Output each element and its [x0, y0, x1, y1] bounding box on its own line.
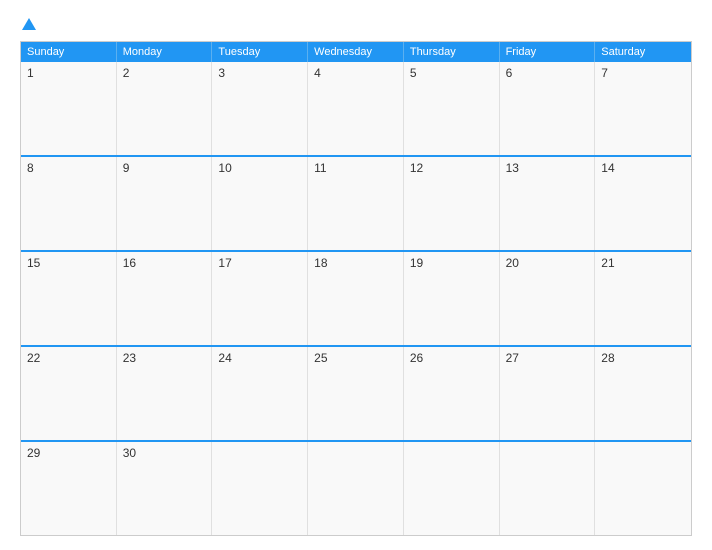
- day-number: 14: [601, 161, 614, 175]
- day-number: 19: [410, 256, 423, 270]
- day-cell: 21: [595, 252, 691, 345]
- day-number: 22: [27, 351, 40, 365]
- day-header-saturday: Saturday: [595, 42, 691, 62]
- day-number: 23: [123, 351, 136, 365]
- day-cell: 25: [308, 347, 404, 440]
- day-number: 6: [506, 66, 513, 80]
- day-number: 13: [506, 161, 519, 175]
- week-row-4: 22 23 24 25 26 27 28: [21, 345, 691, 440]
- logo-blue-text: [20, 18, 36, 31]
- day-number: 24: [218, 351, 231, 365]
- day-cell: 22: [21, 347, 117, 440]
- day-cell: 2: [117, 62, 213, 155]
- day-cell: 30: [117, 442, 213, 535]
- day-number: 9: [123, 161, 130, 175]
- day-cell: 4: [308, 62, 404, 155]
- day-number: 28: [601, 351, 614, 365]
- day-number: 26: [410, 351, 423, 365]
- day-number: 27: [506, 351, 519, 365]
- day-cell: 11: [308, 157, 404, 250]
- day-cell: 5: [404, 62, 500, 155]
- day-cell: 18: [308, 252, 404, 345]
- day-number: 20: [506, 256, 519, 270]
- day-cell: 29: [21, 442, 117, 535]
- day-headers-row: SundayMondayTuesdayWednesdayThursdayFrid…: [21, 42, 691, 62]
- day-cell: 20: [500, 252, 596, 345]
- day-number: 7: [601, 66, 608, 80]
- day-number: 3: [218, 66, 225, 80]
- day-cell: 9: [117, 157, 213, 250]
- day-number: 4: [314, 66, 321, 80]
- weeks-container: 1234567891011121314151617181920212223242…: [21, 62, 691, 535]
- day-header-tuesday: Tuesday: [212, 42, 308, 62]
- day-header-monday: Monday: [117, 42, 213, 62]
- day-number: 12: [410, 161, 423, 175]
- day-cell: [308, 442, 404, 535]
- day-header-friday: Friday: [500, 42, 596, 62]
- day-number: 2: [123, 66, 130, 80]
- day-cell: [212, 442, 308, 535]
- day-number: 18: [314, 256, 327, 270]
- calendar: SundayMondayTuesdayWednesdayThursdayFrid…: [20, 41, 692, 536]
- day-header-sunday: Sunday: [21, 42, 117, 62]
- day-cell: 15: [21, 252, 117, 345]
- day-header-thursday: Thursday: [404, 42, 500, 62]
- day-cell: [595, 442, 691, 535]
- day-number: 15: [27, 256, 40, 270]
- day-cell: 6: [500, 62, 596, 155]
- day-cell: 3: [212, 62, 308, 155]
- logo: [20, 18, 36, 31]
- day-cell: 19: [404, 252, 500, 345]
- day-cell: 8: [21, 157, 117, 250]
- day-cell: [404, 442, 500, 535]
- day-number: 29: [27, 446, 40, 460]
- day-cell: 16: [117, 252, 213, 345]
- day-cell: 7: [595, 62, 691, 155]
- week-row-2: 8 9 10 11 12 13 14: [21, 155, 691, 250]
- day-number: 21: [601, 256, 614, 270]
- header: [20, 18, 692, 31]
- day-number: 1: [27, 66, 34, 80]
- week-row-1: 1 2 3 4 5 6 7: [21, 62, 691, 155]
- day-cell: 24: [212, 347, 308, 440]
- day-cell: 23: [117, 347, 213, 440]
- day-cell: 27: [500, 347, 596, 440]
- day-cell: 28: [595, 347, 691, 440]
- day-number: 8: [27, 161, 34, 175]
- day-number: 11: [314, 161, 326, 175]
- week-row-5: 29 30: [21, 440, 691, 535]
- day-cell: [500, 442, 596, 535]
- day-number: 25: [314, 351, 327, 365]
- day-header-wednesday: Wednesday: [308, 42, 404, 62]
- week-row-3: 15 16 17 18 19 20 21: [21, 250, 691, 345]
- day-number: 30: [123, 446, 136, 460]
- day-number: 10: [218, 161, 231, 175]
- day-number: 17: [218, 256, 231, 270]
- day-cell: 10: [212, 157, 308, 250]
- page: SundayMondayTuesdayWednesdayThursdayFrid…: [0, 0, 712, 550]
- logo-triangle-icon: [22, 18, 36, 30]
- day-cell: 13: [500, 157, 596, 250]
- day-cell: 26: [404, 347, 500, 440]
- day-cell: 14: [595, 157, 691, 250]
- day-cell: 17: [212, 252, 308, 345]
- day-cell: 1: [21, 62, 117, 155]
- day-cell: 12: [404, 157, 500, 250]
- day-number: 5: [410, 66, 417, 80]
- day-number: 16: [123, 256, 136, 270]
